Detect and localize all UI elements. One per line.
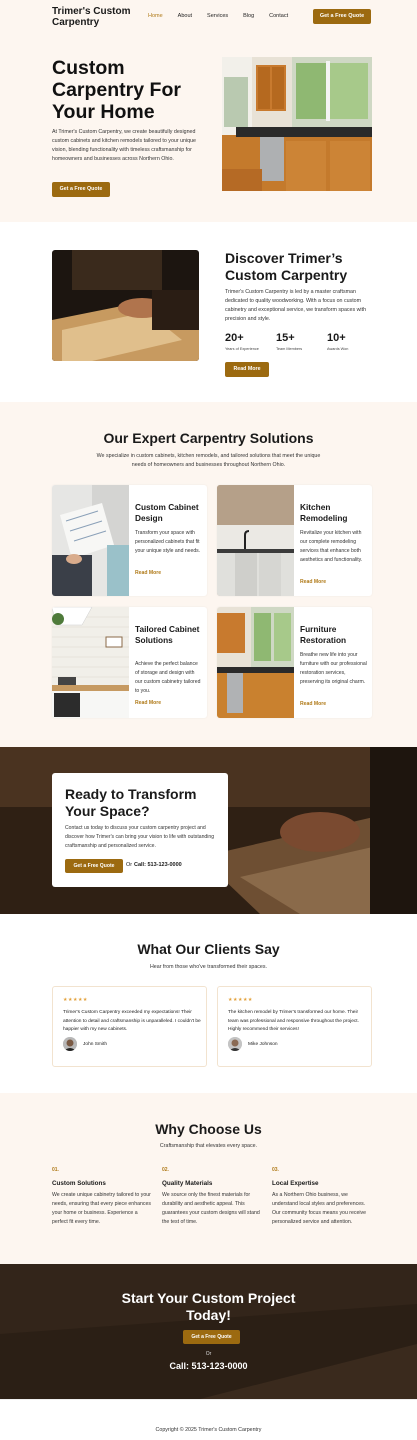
discover-section: Discover Trimer’s Custom Carpentry Trime…	[0, 222, 417, 402]
why-item: 03. Local Expertise As a Northern Ohio b…	[272, 1167, 374, 1227]
stat-label: Years of Experience	[225, 347, 259, 351]
cta-or-text: Or	[126, 862, 133, 868]
header-quote-button[interactable]: Get a Free Quote	[313, 9, 371, 24]
stat-label: Team Members	[276, 347, 303, 351]
card-title: Kitchen Remodeling	[300, 502, 348, 523]
discover-title: Discover Trimer’s Custom Carpentry	[225, 250, 348, 283]
furniture-restoration-image	[217, 607, 294, 718]
nav-services[interactable]: Services	[207, 13, 228, 19]
main-nav: Home About Services Blog Contact	[148, 13, 303, 19]
why-subtitle: Craftsmanship that elevates every space.	[159, 1143, 258, 1149]
cabinet-design-image	[52, 485, 129, 596]
card-text: Breathe new life into your furniture wit…	[300, 652, 367, 685]
nav-home[interactable]: Home	[148, 13, 163, 19]
avatar	[63, 1037, 77, 1051]
why-item-title: Custom Solutions	[52, 1180, 106, 1187]
card-title: Furniture Restoration	[300, 624, 347, 645]
why-title: Why Choose Us	[155, 1121, 262, 1137]
testimonial-quote: The kitchen remodel by Trimer's transfor…	[228, 1010, 359, 1032]
card-read-more-link[interactable]: Read More	[135, 700, 161, 706]
final-title: Start Your Custom Project Today!	[121, 1290, 296, 1323]
stat-team: 15+ Team Members	[276, 332, 327, 351]
why-item-text: We create unique cabinetry tailored to y…	[52, 1192, 151, 1225]
tailored-cabinet-image	[52, 607, 129, 718]
footer: Copyright © 2025 Trimer's Custom Carpent…	[0, 1399, 417, 1440]
nav-blog[interactable]: Blog	[243, 13, 254, 19]
nav-contact[interactable]: Contact	[269, 13, 288, 19]
cta-title: Ready to Transform Your Space?	[65, 786, 197, 819]
service-card-tailored-solutions[interactable]: Tailored Cabinet Solutions Achieve the p…	[52, 607, 207, 718]
card-title: Custom Cabinet Design	[135, 502, 199, 523]
nav-about[interactable]: About	[178, 13, 192, 19]
cta-card: Ready to Transform Your Space? Contact u…	[52, 773, 228, 887]
service-card-kitchen-remodeling[interactable]: Kitchen Remodeling Revitalize your kitch…	[217, 485, 372, 596]
stat-label: Awards Won	[327, 347, 349, 351]
hero-title: Custom Carpentry For Your Home	[52, 57, 181, 123]
stat-number: 20+	[225, 332, 244, 344]
stats-row: 20+ Years of Experience 15+ Team Members…	[225, 332, 378, 351]
site-logo[interactable]: Trimer's Custom Carpentry	[52, 6, 142, 28]
why-number: 01.	[52, 1167, 59, 1173]
services-subtitle: We specialize in custom cabinets, kitche…	[96, 453, 321, 468]
why-item-title: Local Expertise	[272, 1180, 319, 1187]
why-item: 02. Quality Materials We source only the…	[162, 1167, 264, 1227]
discover-text: Trimer's Custom Carpentry is led by a ma…	[225, 289, 367, 322]
final-quote-button[interactable]: Get a Free Quote	[183, 1330, 240, 1344]
why-number: 02.	[162, 1167, 169, 1173]
final-or-text: Or	[205, 1351, 212, 1357]
why-number: 03.	[272, 1167, 279, 1173]
hero-kitchen-image	[222, 57, 372, 191]
star-rating-icon: ★★★★★	[228, 997, 253, 1003]
avatar	[228, 1037, 242, 1051]
card-read-more-link[interactable]: Read More	[300, 579, 326, 585]
testimonial-card: ★★★★★ The kitchen remodel by Trimer's tr…	[217, 986, 372, 1067]
why-item-title: Quality Materials	[162, 1180, 213, 1187]
service-card-furniture-restoration[interactable]: Furniture Restoration Breathe new life i…	[217, 607, 372, 718]
hero-quote-button[interactable]: Get a Free Quote	[52, 182, 110, 197]
why-choose-us-section: Why Choose Us Craftsmanship that elevate…	[0, 1093, 417, 1264]
why-item-text: We source only the finest materials for …	[162, 1192, 260, 1225]
card-text: Transform your space with personalized c…	[135, 530, 201, 554]
testimonial-author: Mike Johnson	[248, 1042, 278, 1047]
testimonials-subtitle: Hear from those who've transformed their…	[149, 964, 267, 970]
cta-phone-link[interactable]: Call: 513-123-0000	[134, 862, 182, 868]
testimonial-author: John Smith	[83, 1042, 107, 1047]
card-read-more-link[interactable]: Read More	[300, 701, 326, 707]
hero-section: Trimer's Custom Carpentry Home About Ser…	[0, 0, 417, 222]
why-item: 01. Custom Solutions We create unique ca…	[52, 1167, 154, 1227]
hero-text: At Trimer's Custom Carpentry, we create …	[52, 129, 196, 162]
testimonials-title: What Our Clients Say	[137, 941, 280, 957]
star-rating-icon: ★★★★★	[63, 997, 88, 1003]
read-more-button[interactable]: Read More	[225, 362, 269, 377]
final-cta-section: Start Your Custom Project Today! Get a F…	[0, 1264, 417, 1399]
stat-number: 10+	[327, 332, 346, 344]
card-title: Tailored Cabinet Solutions	[135, 624, 200, 645]
cta-text: Contact us today to discuss your custom …	[65, 825, 215, 849]
final-phone-link[interactable]: Call: 513-123-0000	[0, 1361, 417, 1371]
testimonial-card: ★★★★★ Trimer's Custom Carpentry exceeded…	[52, 986, 207, 1067]
service-card-cabinet-design[interactable]: Custom Cabinet Design Transform your spa…	[52, 485, 207, 596]
services-title: Our Expert Carpentry Solutions	[103, 430, 314, 446]
craftsman-image	[52, 250, 199, 361]
testimonials-section: What Our Clients Say Hear from those who…	[0, 914, 417, 1093]
card-read-more-link[interactable]: Read More	[135, 570, 161, 576]
stat-awards: 10+ Awards Won	[327, 332, 378, 351]
stat-years: 20+ Years of Experience	[225, 332, 276, 351]
kitchen-remodel-image	[217, 485, 294, 596]
copyright-text: Copyright © 2025 Trimer's Custom Carpent…	[155, 1427, 262, 1433]
card-text: Achieve the perfect balance of storage a…	[135, 661, 201, 694]
testimonial-quote: Trimer's Custom Carpentry exceeded my ex…	[63, 1010, 201, 1032]
stat-number: 15+	[276, 332, 295, 344]
cta-quote-button[interactable]: Get a Free Quote	[65, 859, 123, 873]
card-text: Revitalize your kitchen with our complet…	[300, 530, 363, 563]
transform-cta-section: Ready to Transform Your Space? Contact u…	[0, 747, 417, 914]
why-item-text: As a Northern Ohio business, we understa…	[272, 1192, 366, 1225]
services-section: Our Expert Carpentry Solutions We specia…	[0, 402, 417, 747]
